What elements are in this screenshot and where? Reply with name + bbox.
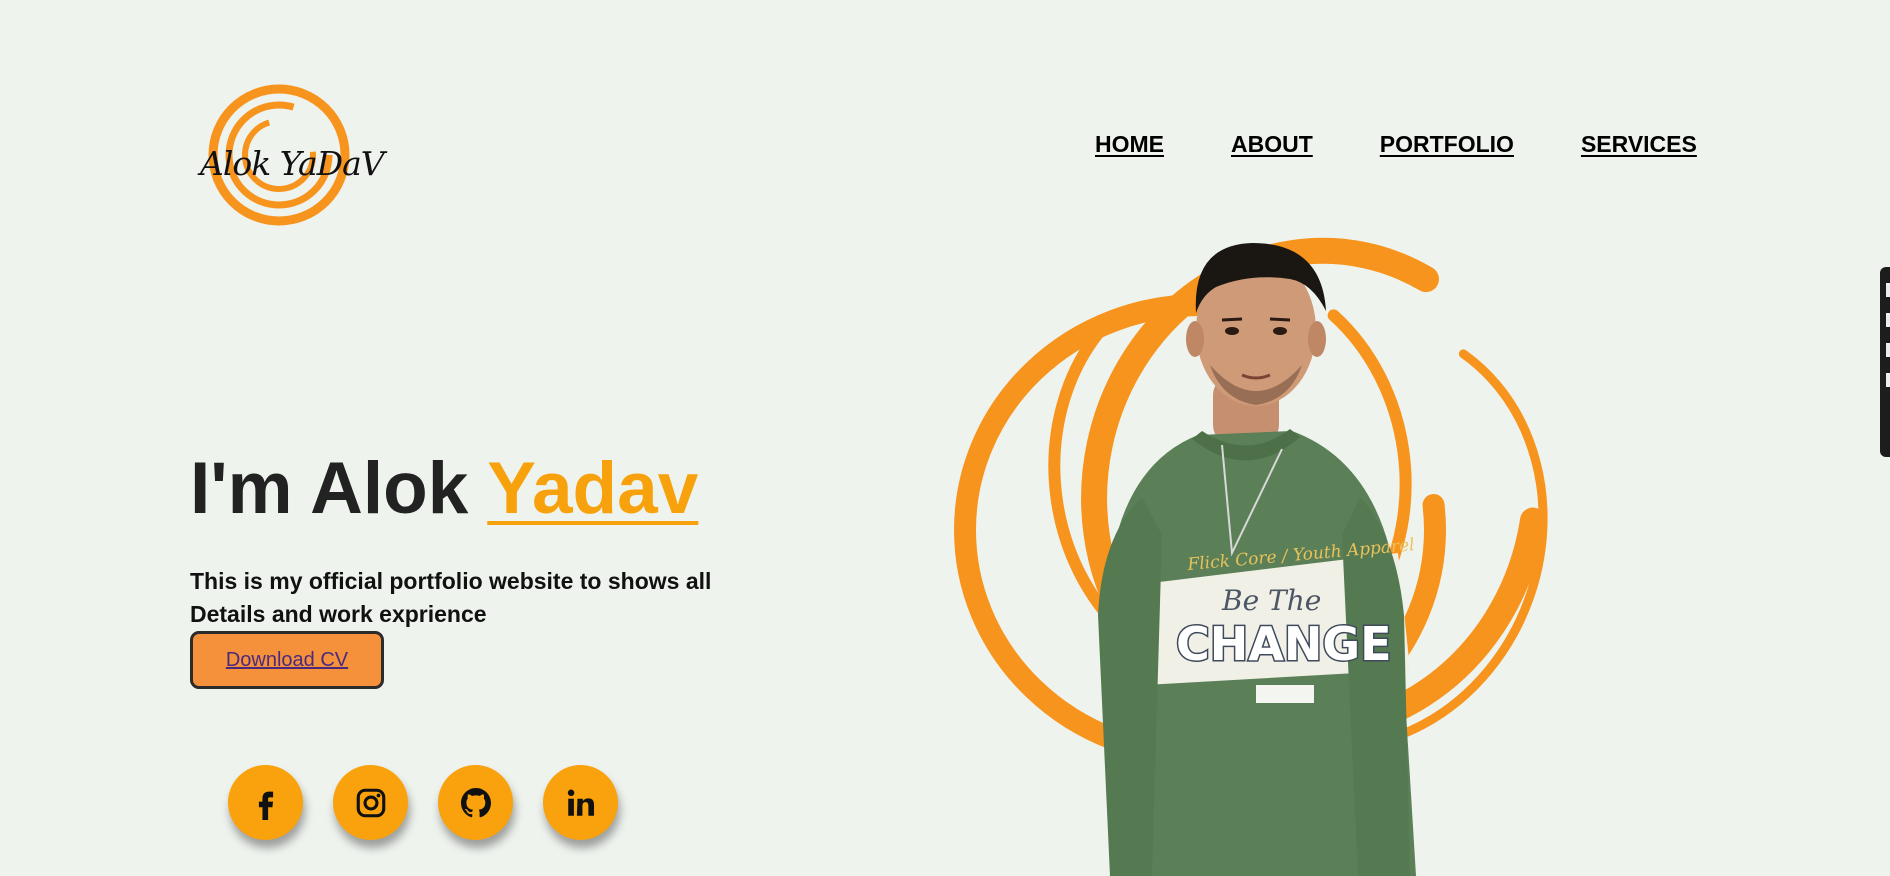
side-toolbar-tab[interactable]: [1880, 267, 1890, 457]
nav-services[interactable]: SERVICES: [1581, 131, 1697, 158]
toolbar-icon: [1886, 343, 1890, 357]
hero-description-line1: This is my official portfolio website to…: [190, 568, 712, 594]
site-logo[interactable]: Alok YaDaV: [192, 80, 385, 230]
nav-about[interactable]: ABOUT: [1231, 131, 1313, 158]
hero-title-accent[interactable]: Yadav: [487, 448, 698, 529]
hero-portrait: Flick Core / Youth Apparel Be The CHANGE: [954, 237, 1549, 876]
download-cv-button[interactable]: Download CV: [190, 631, 384, 689]
sweatshirt-be-the: Be The: [1221, 584, 1321, 617]
toolbar-icon: [1886, 313, 1890, 327]
social-links: [228, 765, 618, 840]
facebook-icon: [258, 791, 273, 820]
linkedin-link[interactable]: [543, 765, 618, 840]
hero-description: This is my official portfolio website to…: [190, 565, 770, 631]
sweatshirt-change: CHANGE: [1176, 617, 1392, 671]
instagram-icon: [356, 788, 385, 817]
nav-portfolio[interactable]: PORTFOLIO: [1380, 131, 1514, 158]
facebook-link[interactable]: [228, 765, 303, 840]
hero-description-line2: Details and work exprience: [190, 601, 487, 627]
hero-title: I'm Alok Yadav: [190, 452, 698, 525]
linkedin-icon: [567, 789, 594, 816]
toolbar-icon: [1886, 283, 1890, 297]
main-nav: HOME ABOUT PORTFOLIO SERVICES: [1095, 131, 1697, 158]
instagram-link[interactable]: [333, 765, 408, 840]
github-link[interactable]: [438, 765, 513, 840]
logo-text: Alok YaDaV: [200, 144, 385, 183]
toolbar-icon: [1886, 373, 1890, 387]
hero-title-prefix: I'm Alok: [190, 448, 488, 529]
nav-home[interactable]: HOME: [1095, 131, 1164, 158]
github-icon: [460, 787, 491, 817]
